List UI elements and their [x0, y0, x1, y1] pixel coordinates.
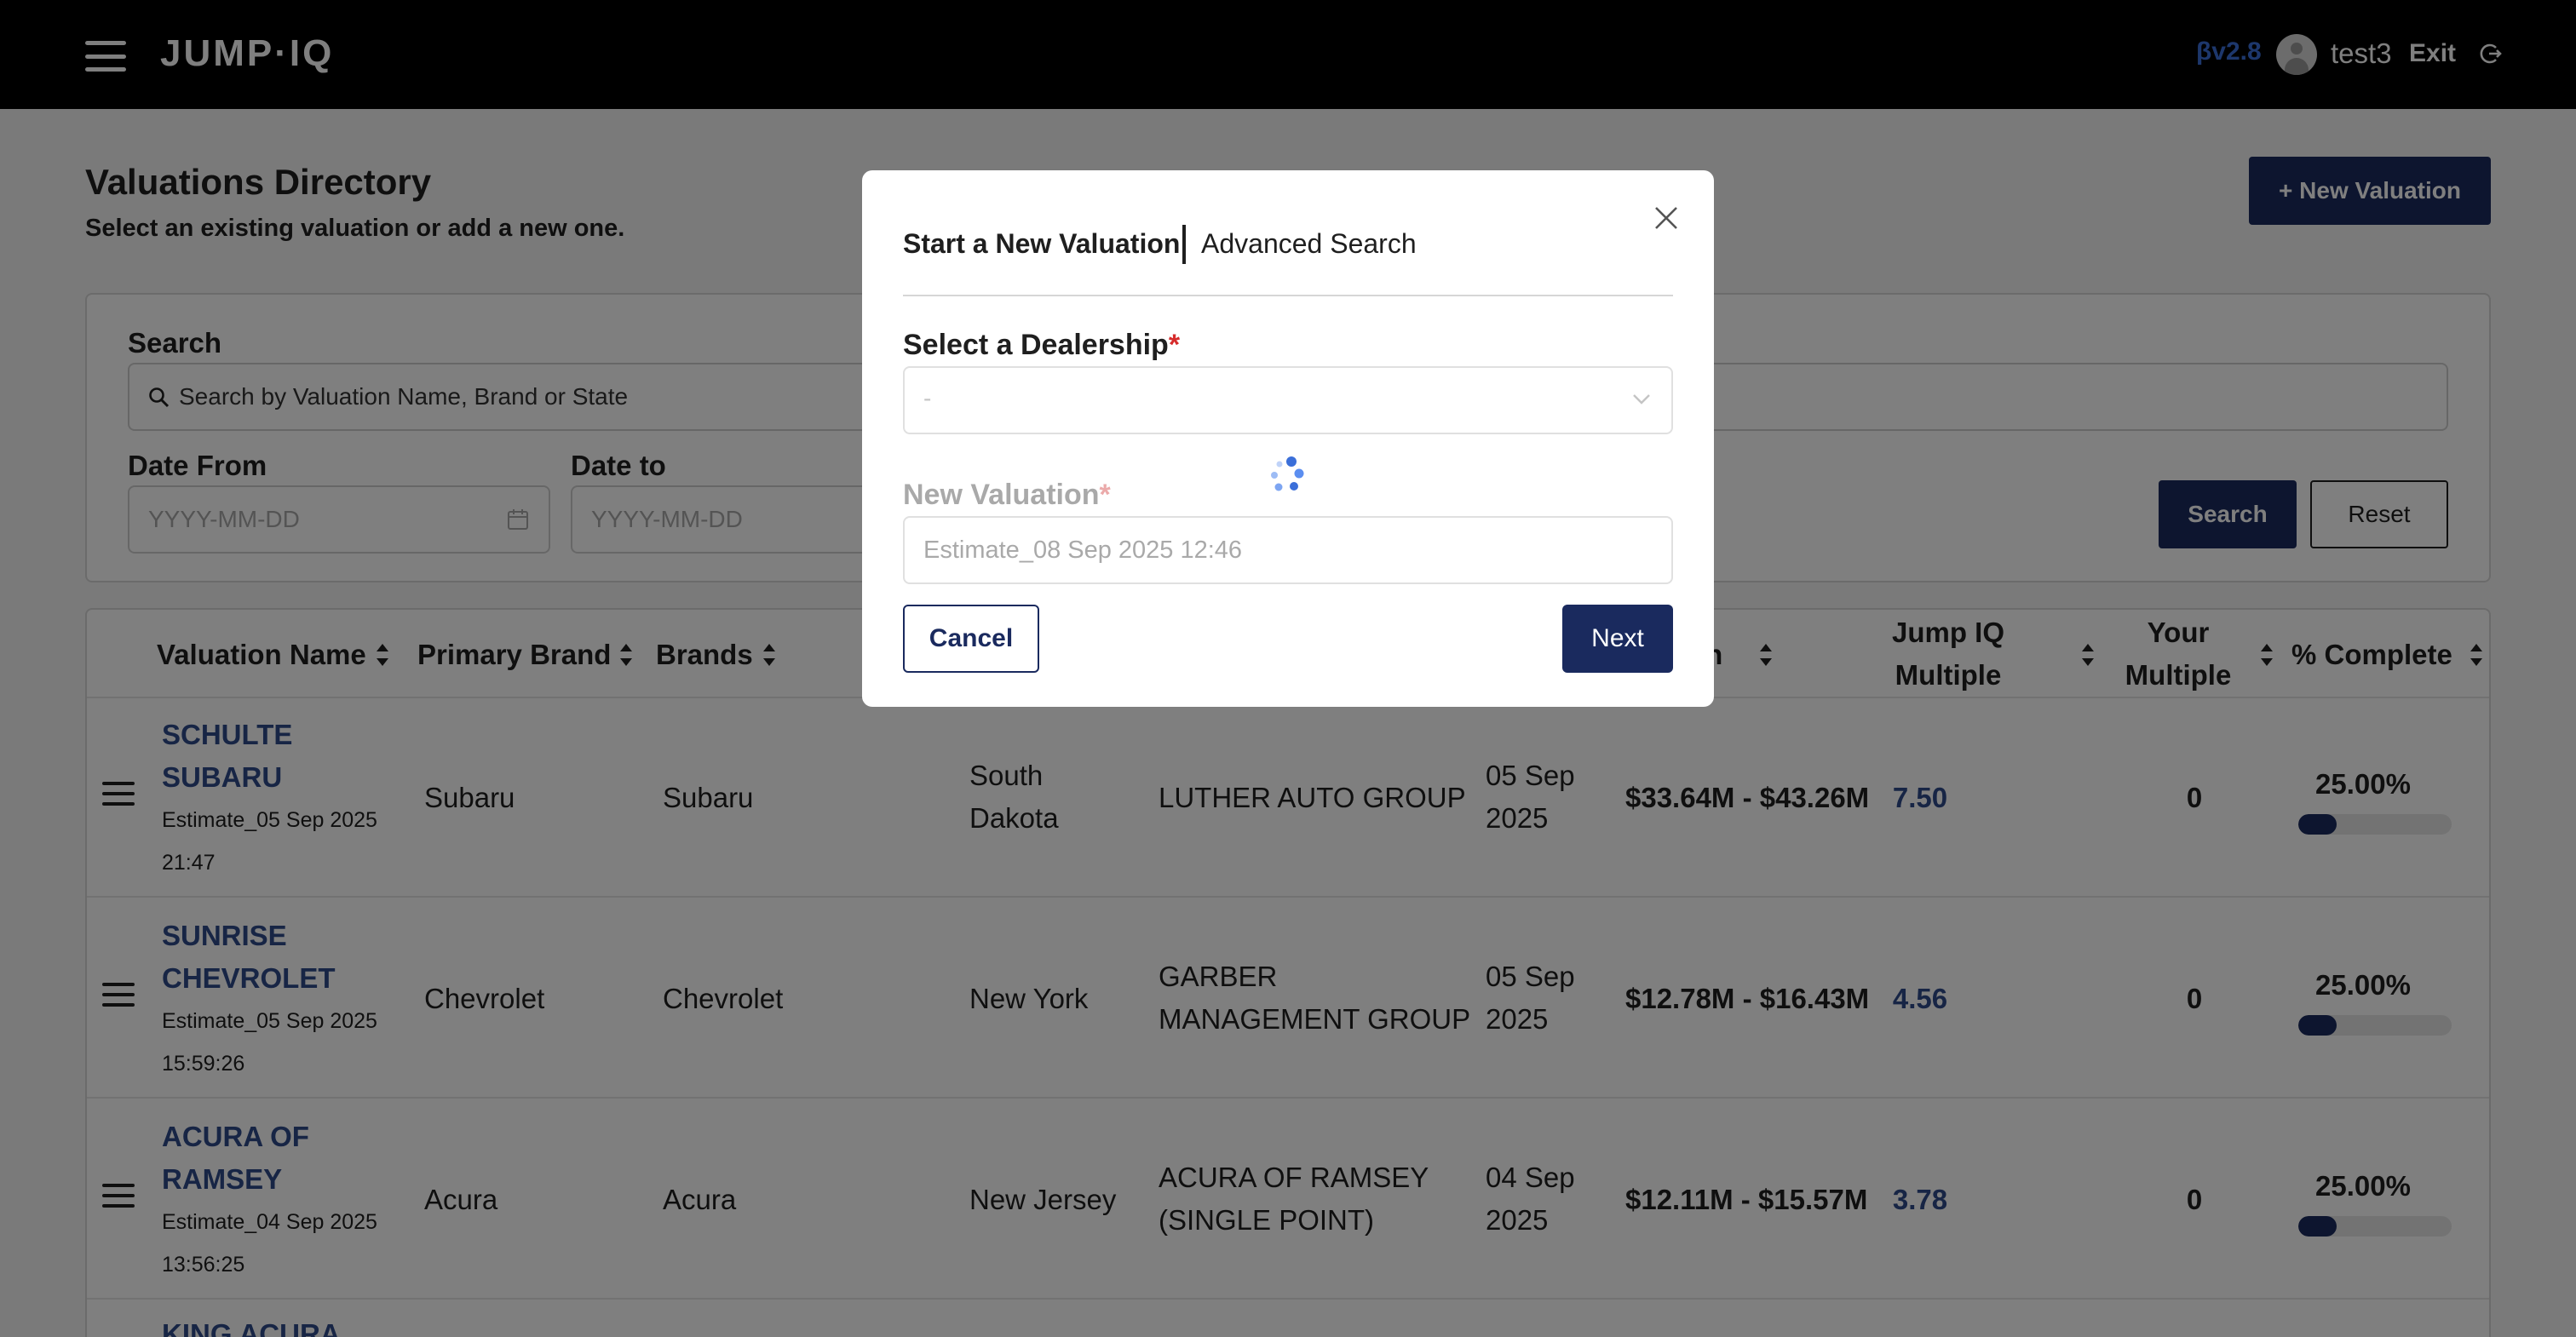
tab-advanced-search[interactable]: Advanced Search: [1201, 228, 1417, 260]
dealership-label-text: Select a Dealership: [903, 329, 1169, 361]
modal-divider: [903, 295, 1673, 296]
dealership-label: Select a Dealership*: [903, 329, 1180, 362]
new-valuation-placeholder: Estimate_08 Sep 2025 12:46: [923, 537, 1243, 564]
tab-divider: [1182, 225, 1186, 264]
new-valuation-label-text: New Valuation: [903, 479, 1100, 511]
new-valuation-label: New Valuation*: [903, 479, 1111, 512]
required-mark: *: [1099, 479, 1111, 511]
tab-start-new-valuation[interactable]: Start a New Valuation: [903, 228, 1180, 260]
cancel-button[interactable]: Cancel: [903, 605, 1039, 673]
close-icon[interactable]: [1653, 204, 1680, 232]
chevron-down-icon: [1633, 394, 1650, 405]
dealership-select-value: -: [923, 385, 932, 411]
required-mark: *: [1168, 329, 1181, 361]
new-valuation-modal: Start a New Valuation Advanced Search Se…: [862, 170, 1714, 707]
next-button[interactable]: Next: [1562, 605, 1673, 673]
new-valuation-name-input[interactable]: Estimate_08 Sep 2025 12:46: [903, 516, 1673, 584]
dealership-select[interactable]: -: [903, 366, 1673, 434]
loading-spinner-icon: [1271, 456, 1304, 491]
